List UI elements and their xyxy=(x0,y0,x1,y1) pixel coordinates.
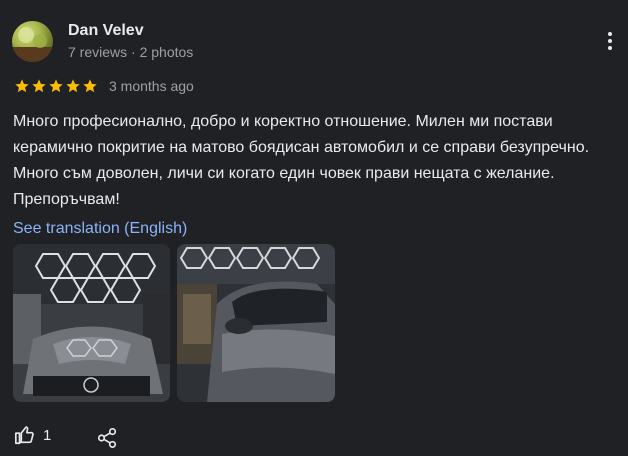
like-count: 1 xyxy=(43,426,52,444)
review-text: Много професионално, добро и коректно от… xyxy=(13,113,590,208)
star-icon xyxy=(32,79,46,93)
like-button[interactable]: 1 xyxy=(13,424,51,446)
review-date: 3 months ago xyxy=(109,78,194,94)
reviewer-meta: 7 reviews · 2 photos xyxy=(68,44,194,60)
avatar-image xyxy=(12,27,53,62)
share-button[interactable] xyxy=(96,427,118,454)
star-icon xyxy=(15,79,29,93)
review-photo-1[interactable] xyxy=(13,244,170,402)
star-icon xyxy=(49,79,63,93)
thumbs-up-icon xyxy=(15,426,34,445)
more-options-icon[interactable] xyxy=(600,32,620,54)
reviewer-name[interactable]: Dan Velev xyxy=(68,22,144,40)
rating-row: 3 months ago xyxy=(14,76,194,96)
star-rating xyxy=(14,78,99,94)
car-side-photo xyxy=(177,244,335,402)
avatar[interactable] xyxy=(12,21,53,62)
actions-row: 1 xyxy=(13,424,51,446)
see-translation-link[interactable]: See translation (English) xyxy=(13,220,187,238)
star-icon xyxy=(83,79,97,93)
star-icon xyxy=(66,79,80,93)
car-hood-photo xyxy=(13,244,170,402)
share-icon xyxy=(97,428,117,448)
review-photo-2[interactable] xyxy=(177,244,335,402)
